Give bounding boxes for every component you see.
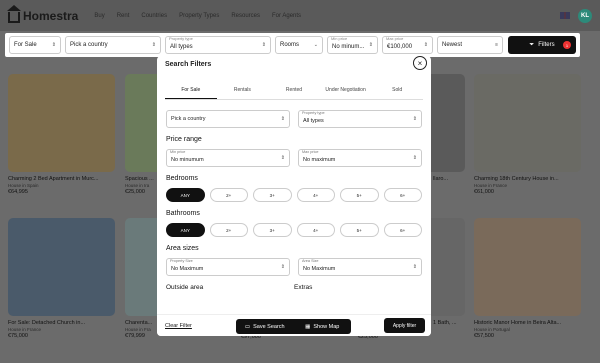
tab-rented[interactable]: Rented (268, 82, 320, 99)
listing-type-select[interactable]: For Sale ⇕ (9, 36, 61, 54)
updown-icon: ⇕ (412, 116, 417, 122)
sort-icon: ≡ (495, 42, 498, 48)
min-price-select[interactable]: Min price No minum... ⇕ (327, 36, 378, 54)
brand-logo[interactable]: Homestra (7, 4, 79, 23)
bedrooms-5plus[interactable]: 5+ (340, 188, 379, 202)
country-select[interactable]: Pick a country ⇕ (65, 36, 161, 54)
area-sizes-heading: Area sizes (166, 245, 199, 252)
save-show-group: ▭ Save Search ▦ Show Map (236, 319, 351, 334)
modal-property-type-select[interactable]: Property type All types ⇕ (298, 110, 422, 128)
search-filters-modal: Search Filters × For Sale Rentals Rented… (157, 56, 431, 336)
modal-footer: Clear Filter ▭ Save Search ▦ Show Map Ap… (157, 314, 431, 336)
bathrooms-6plus[interactable]: 6+ (383, 223, 422, 237)
nav-link-for-agents[interactable]: For Agents (272, 13, 301, 19)
bedrooms-4plus[interactable]: 4+ (296, 188, 335, 202)
outside-area-heading: Outside area (166, 284, 204, 291)
updown-icon: ⇕ (280, 155, 285, 161)
sort-select[interactable]: Newest ≡ (437, 36, 503, 54)
nav-link-property-types[interactable]: Property Types (179, 13, 219, 19)
bedrooms-any[interactable]: ANY (166, 188, 205, 202)
apply-filter-button[interactable]: Apply filter (384, 318, 425, 333)
language-flag-icon[interactable] (560, 12, 570, 19)
nav-link-resources[interactable]: Resources (231, 13, 260, 19)
updown-icon: ⇕ (51, 42, 56, 48)
updown-icon: ⇕ (151, 42, 156, 48)
tab-for-sale[interactable]: For Sale (165, 82, 217, 99)
updown-icon: ⇕ (412, 155, 417, 161)
filter-bar: For Sale ⇕ Pick a country ⇕ Property typ… (5, 33, 580, 57)
bedrooms-2plus[interactable]: 2+ (209, 188, 248, 202)
price-range-heading: Price range (166, 136, 202, 143)
bathrooms-any[interactable]: ANY (166, 223, 205, 237)
property-image (474, 74, 581, 172)
chevron-down-icon: ⌄ (313, 42, 318, 48)
nav-link-buy[interactable]: Buy (94, 13, 104, 19)
rooms-select[interactable]: Rooms ⌄ (275, 36, 323, 54)
map-icon: ▦ (305, 323, 311, 330)
updown-icon: ⇕ (368, 42, 373, 48)
property-card[interactable]: Charming 2 Bed Apartment in Murc... Hous… (8, 74, 115, 195)
tab-sold[interactable]: Sold (371, 82, 423, 99)
filters-count-badge: 1 (563, 41, 571, 49)
property-type-select[interactable]: Property type All types ⇕ (165, 36, 271, 54)
bathrooms-3plus[interactable]: 3+ (253, 223, 292, 237)
bedrooms-heading: Bedrooms (166, 175, 198, 182)
updown-icon: ⇕ (261, 42, 266, 48)
bathrooms-4plus[interactable]: 4+ (296, 223, 335, 237)
updown-icon: ⇕ (280, 116, 285, 122)
bedrooms-6plus[interactable]: 6+ (383, 188, 422, 202)
modal-min-price-select[interactable]: Min price No minumum ⇕ (166, 149, 290, 167)
listing-tabs: For Sale Rentals Rented Under Negotiatio… (165, 82, 423, 100)
filters-button[interactable]: ⏷ Filters 1 (508, 36, 576, 54)
property-size-select[interactable]: Property Size No Maximum ⇕ (166, 258, 290, 276)
close-icon[interactable]: × (413, 56, 427, 70)
bedrooms-options: ANY 2+ 3+ 4+ 5+ 6+ (166, 188, 422, 202)
top-navigation: Homestra Buy Rent Countries Property Typ… (0, 0, 600, 31)
clear-filter-link[interactable]: Clear Filter (165, 323, 192, 329)
updown-icon: ⇕ (412, 264, 417, 270)
bathrooms-2plus[interactable]: 2+ (209, 223, 248, 237)
property-image (474, 218, 581, 316)
modal-max-price-select[interactable]: Max price No maximum ⇕ (298, 149, 422, 167)
tab-under-negotiation[interactable]: Under Negotiation (320, 82, 372, 99)
show-map-button[interactable]: ▦ Show Map (294, 324, 352, 330)
property-card[interactable]: Charming 18th Century House in... House … (474, 74, 581, 195)
save-search-button[interactable]: ▭ Save Search (236, 324, 294, 330)
property-image (8, 74, 115, 172)
modal-title: Search Filters (165, 60, 212, 68)
nav-link-rent[interactable]: Rent (117, 13, 130, 19)
user-avatar[interactable]: KL (578, 8, 592, 23)
house-icon (7, 4, 21, 23)
property-image (8, 218, 115, 316)
bedrooms-3plus[interactable]: 3+ (253, 188, 292, 202)
property-card[interactable]: For Sale: Detached Church in... House in… (8, 218, 115, 339)
nav-link-countries[interactable]: Countries (141, 13, 167, 19)
max-price-select[interactable]: Max price €100,000 ⇕ (382, 36, 433, 54)
brand-name: Homestra (23, 8, 79, 23)
bookmark-icon: ▭ (244, 323, 251, 330)
bathrooms-5plus[interactable]: 5+ (340, 223, 379, 237)
area-size-select[interactable]: Area Size No Maximum ⇕ (298, 258, 422, 276)
updown-icon: ⇕ (423, 42, 428, 48)
modal-country-select[interactable]: Pick a country ⇕ (166, 110, 290, 128)
property-card[interactable]: Historic Manor Home in Beira Alta... Hou… (474, 218, 581, 339)
bathrooms-heading: Bathrooms (166, 210, 200, 217)
funnel-icon: ⏷ (529, 41, 535, 48)
nav-links: Buy Rent Countries Property Types Resour… (94, 13, 301, 19)
bathrooms-options: ANY 2+ 3+ 4+ 5+ 6+ (166, 223, 422, 237)
updown-icon: ⇕ (280, 264, 285, 270)
tab-rentals[interactable]: Rentals (217, 82, 269, 99)
extras-heading: Extras (294, 284, 313, 291)
